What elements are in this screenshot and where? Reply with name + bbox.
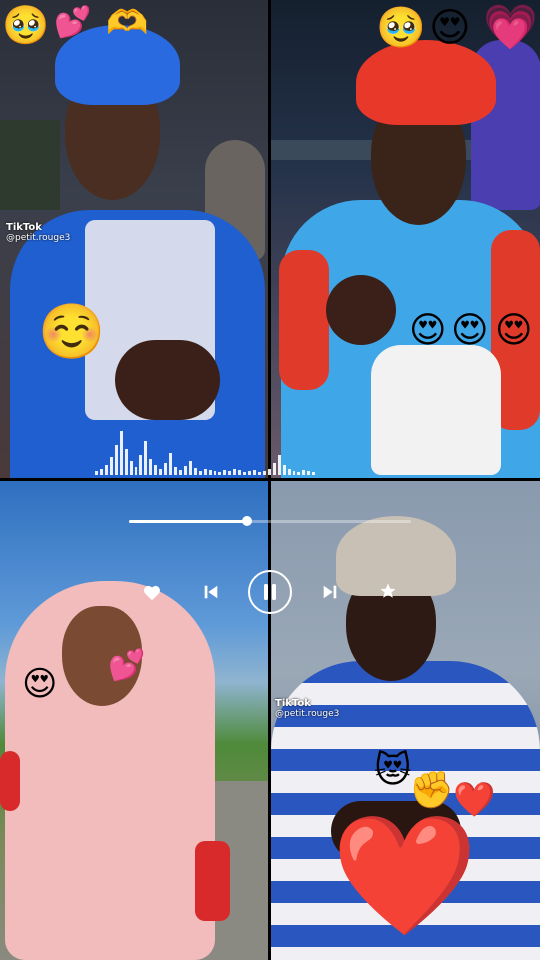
waveform-bar [134,467,138,475]
white-handbag [371,345,501,475]
waveform-bar [307,471,311,475]
waveform-bar [154,465,158,475]
heart-icon [144,585,160,601]
waveform-bar [267,469,271,475]
waveform-bar [277,455,281,475]
waveform-bar [99,469,103,475]
waveform-bar [114,445,118,475]
smiling-face-emoji: ☺️ [38,300,106,363]
waveform-bar [233,469,237,475]
waveform-bar [302,470,306,475]
red-headscarf [356,40,496,125]
waveform-bar [95,471,98,475]
waveform-bar [104,465,108,475]
two-hearts-emoji: 💕 [108,648,146,683]
heart-eyes-emoji: 😍 [22,664,58,704]
video-tile-top-right[interactable]: 🥹 😍 💗 😍 😍 😍 [271,0,540,478]
like-button[interactable] [140,581,164,605]
waveform-bar [193,468,197,475]
tiktok-brand: TikTok [6,222,42,233]
raised-fist-emoji: ✊ [409,770,454,811]
waveform-bar [262,471,266,475]
heart-hands-emoji: 🫶 [106,3,149,43]
heart-eyes-emoji: 😍 [451,310,489,351]
waveform-bar [164,463,168,475]
heart-eyes-emoji: 😍 [429,5,471,51]
heart-eyes-emoji: 😍 [409,310,447,351]
red-sleeve [279,250,329,390]
waveform-bar [223,470,227,475]
hennaed-hand [115,340,220,420]
hennaed-hand [326,275,396,345]
waveform-bar [203,469,207,475]
waveform-bar [292,471,296,475]
playback-progress-fill [129,520,248,523]
pleading-face-emoji: 🥹 [376,5,426,51]
red-sleeve [195,841,230,921]
waveform-bar [228,471,232,475]
tiktok-watermark: TikTok @petit.rouge3 [6,222,70,243]
waveform-bar [208,470,212,475]
waveform-bar [243,472,247,475]
pleading-face-emoji: 🥹 [2,3,50,47]
waveform-bar [312,472,316,475]
waveform-bar [248,471,251,475]
heart-eyes-cat-emoji: 😻 [374,750,412,791]
tiktok-watermark: TikTok @petit.rouge3 [275,698,339,719]
waveform-bar [183,466,187,475]
waveform-bar [287,469,291,475]
waveform-bar [198,471,202,475]
video-tile-bottom-left[interactable]: 😍 💕 [0,481,268,960]
waveform-bar [218,472,222,475]
waveform-bar [119,431,123,475]
waveform-bar [169,453,172,475]
previous-track-button[interactable] [198,580,224,604]
waveform-bar [272,463,276,475]
waveform-bar [139,455,143,475]
red-heart-emoji: ❤️ [331,806,478,944]
waveform-bar [238,470,242,475]
audio-waveform [95,425,316,475]
waveform-bar [159,469,163,475]
video-tile-top-left[interactable]: 🥹 💕 🫶 ☺️ TikTok @petit.rouge3 [0,0,268,478]
two-hearts-emoji: 💕 [54,5,92,40]
waveform-bar [124,449,128,475]
waveform-bar [149,459,153,475]
tiktok-brand: TikTok [275,698,311,709]
waveform-bar [144,441,148,475]
waveform-bar [188,461,192,475]
next-track-button[interactable] [317,580,343,604]
tiktok-handle: @petit.rouge3 [6,233,71,243]
previous-icon [204,585,218,599]
waveform-bar [253,470,256,475]
video-tile-bottom-right[interactable]: 😻 ✊ ❤️ ❤️ TikTok @petit.rouge3 [271,481,540,960]
tiktok-handle: @petit.rouge3 [275,709,340,719]
heart-eyes-emoji: 😍 [495,310,533,351]
waveform-bar [297,472,301,475]
star-icon [380,583,396,598]
waveform-bar [178,470,182,475]
waveform-bar [257,472,261,475]
waveform-bar [109,457,113,475]
waveform-bar [282,465,286,475]
waveform-bar [174,467,177,475]
favorite-button[interactable] [376,579,400,603]
pause-icon [264,584,276,600]
growing-heart-emoji: 💗 [483,2,538,53]
waveform-bar [213,471,217,475]
next-icon [323,585,337,599]
waveform-bar [129,461,133,475]
background-shelf [0,120,60,210]
pause-button[interactable] [248,570,292,614]
red-sleeve [0,751,20,811]
playback-progress-bar[interactable] [129,516,411,526]
